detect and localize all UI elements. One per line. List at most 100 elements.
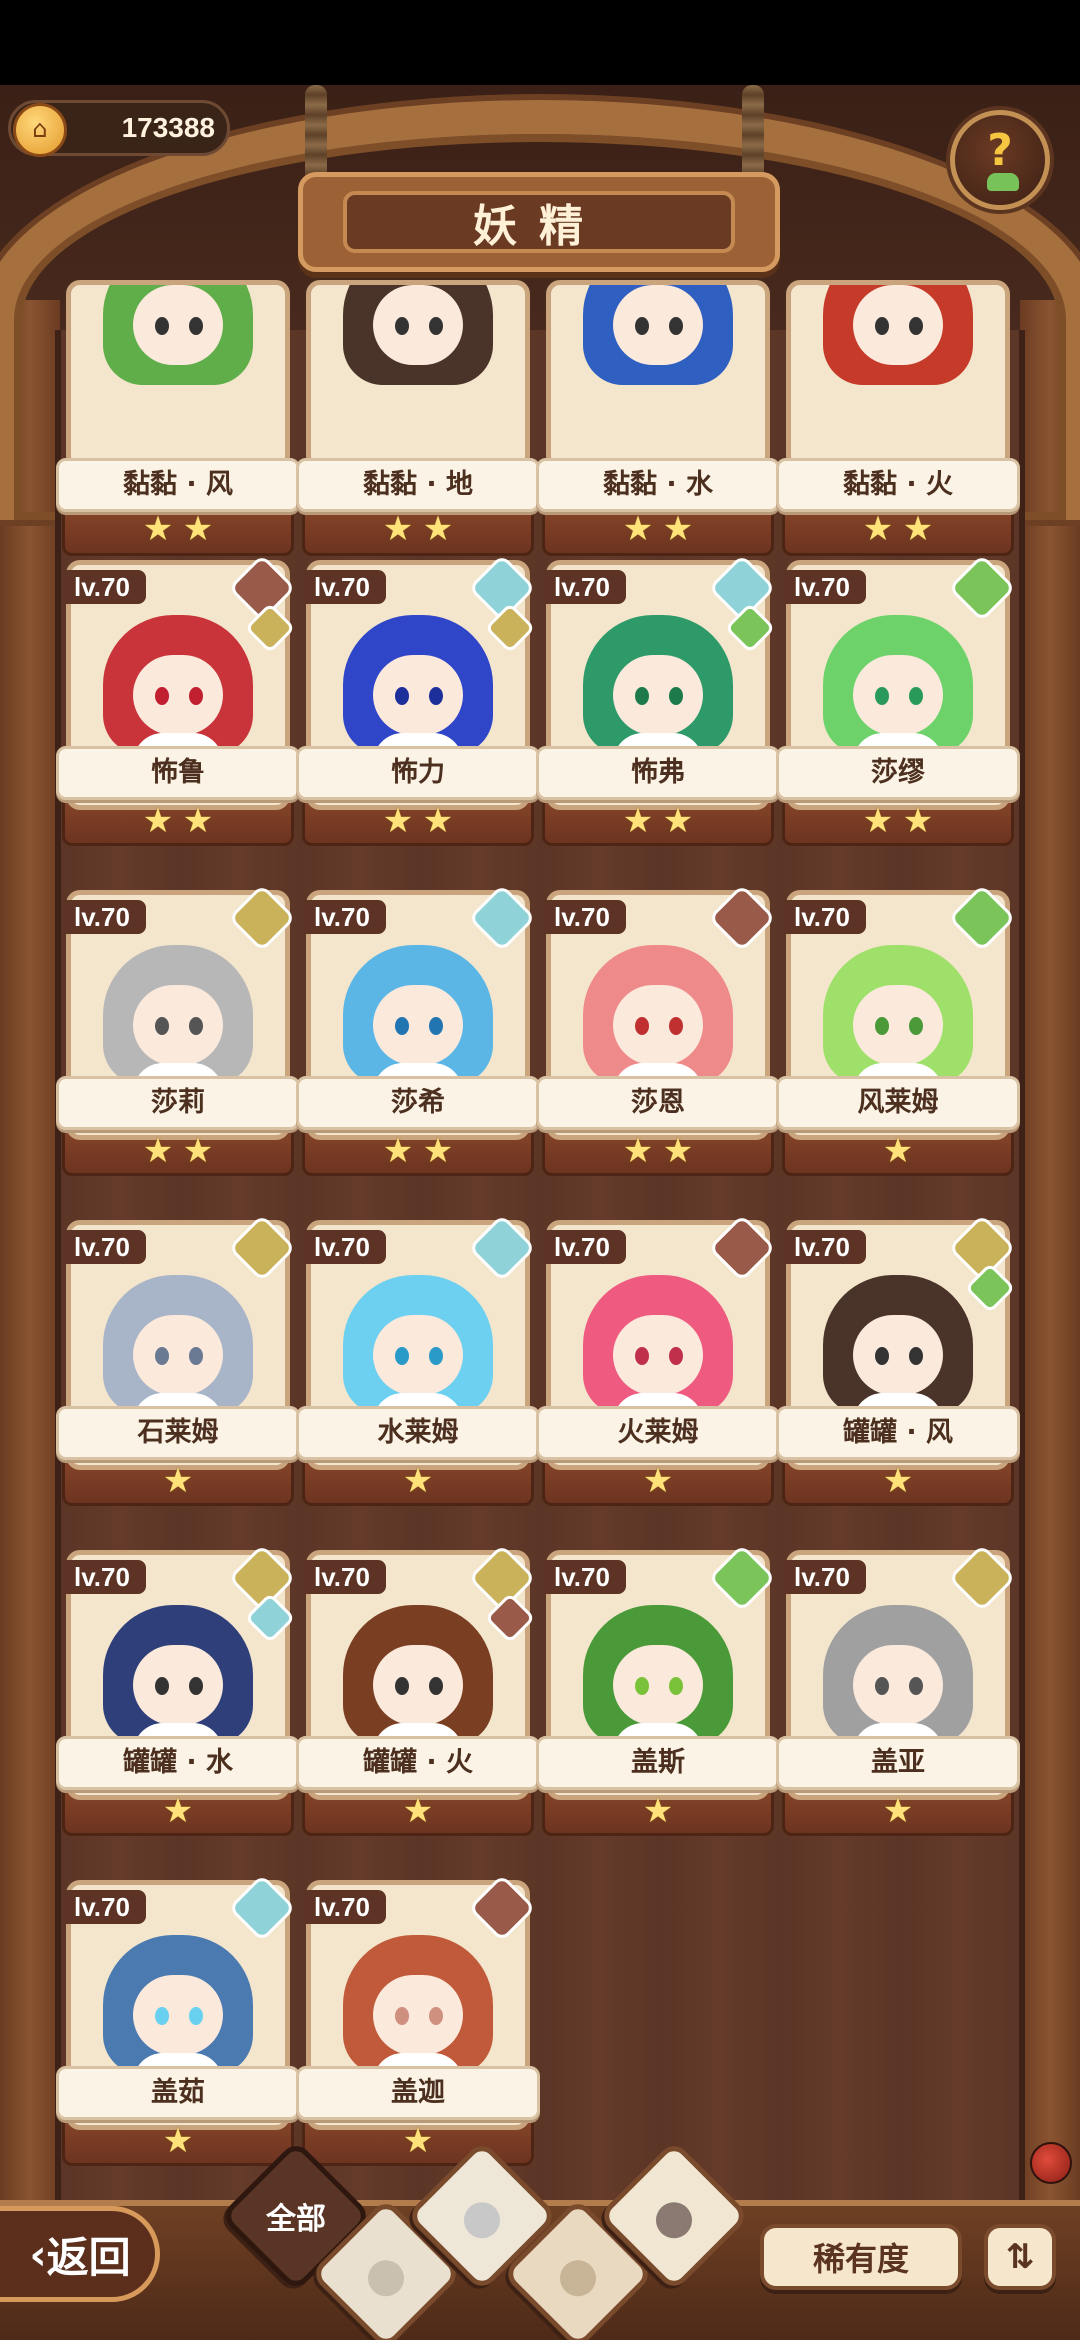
star-icon: ★ (422, 801, 454, 841)
star-rating: ★ (782, 1460, 1014, 1504)
star-icon: ★ (882, 1461, 914, 1501)
fairy-card[interactable]: lv.70 盖亚 ★ (776, 1544, 1020, 1840)
fairy-name: 黏黏 · 火 (842, 469, 954, 500)
star-icon: ★ (422, 509, 454, 549)
page-title: 妖精 (473, 201, 605, 252)
level-badge: lv.70 (304, 570, 386, 604)
star-icon: ★ (382, 801, 414, 841)
star-rating: ★ ★ (302, 1130, 534, 1174)
fairy-name: 罐罐 · 水 (122, 1747, 234, 1778)
fairy-card[interactable]: lv.70 罐罐 · 水 ★ (56, 1544, 300, 1840)
fairy-portrait (333, 285, 503, 405)
star-icon: ★ (182, 801, 214, 841)
star-icon: ★ (662, 509, 694, 549)
fairy-name: 石莱姆 (137, 1417, 219, 1448)
fairy-name: 怖弗 (631, 757, 685, 788)
fairy-card[interactable]: lv.70 罐罐 · 火 ★ (296, 1544, 540, 1840)
fairy-card[interactable]: lv.70 莎缪 ★ ★ (776, 554, 1020, 850)
fairy-card[interactable]: lv.70 石莱姆 ★ (56, 1214, 300, 1510)
star-icon: ★ (162, 1461, 194, 1501)
sort-order-button[interactable]: ⇅ (984, 2224, 1056, 2290)
fairy-card[interactable]: lv.70 盖斯 ★ (536, 1544, 780, 1840)
fairy-card[interactable]: lv.70 盖茹 ★ (56, 1874, 300, 2170)
star-rating: ★ (62, 1460, 294, 1504)
star-icon: ★ (622, 801, 654, 841)
back-arrow-icon: ‹ (29, 2229, 47, 2279)
level-badge: lv.70 (304, 1560, 386, 1594)
fairy-card[interactable]: lv.70 怖鲁 ★ ★ (56, 554, 300, 850)
star-icon: ★ (382, 509, 414, 549)
star-icon: ★ (162, 1791, 194, 1831)
star-rating: ★ (542, 1460, 774, 1504)
fairy-name: 莎莉 (151, 1087, 205, 1118)
fairy-name: 盖茹 (151, 2077, 205, 2108)
fairy-name: 风莱姆 (857, 1087, 939, 1118)
star-icon: ★ (882, 1791, 914, 1831)
title-sign: 妖精 (298, 172, 780, 272)
help-button[interactable]: ? (950, 110, 1050, 210)
fairy-card[interactable]: lv.70 怖力 ★ ★ (296, 554, 540, 850)
fairy-name: 黏黏 · 风 (122, 469, 234, 500)
back-button[interactable]: ‹ 返回 (0, 2206, 160, 2302)
fairy-card[interactable]: lv.70 火莱姆 ★ (536, 1214, 780, 1510)
level-badge: lv.70 (544, 570, 626, 604)
star-icon: ★ (862, 509, 894, 549)
level-badge: lv.70 (64, 1890, 146, 1924)
star-rating: ★ ★ (62, 1130, 294, 1174)
fairy-card[interactable]: lv.70 怖弗 ★ ★ (536, 554, 780, 850)
fairy-name: 黏黏 · 水 (602, 469, 714, 500)
star-rating: ★ ★ (782, 800, 1014, 844)
fairy-name: 盖斯 (631, 1747, 685, 1778)
fairy-name: 莎恩 (631, 1087, 685, 1118)
star-icon: ★ (882, 1131, 914, 1171)
level-badge: lv.70 (64, 1560, 146, 1594)
mountain-icon (560, 2260, 596, 2297)
fairy-card[interactable]: lv.70 莎希 ★ ★ (296, 884, 540, 1180)
fairy-name: 盖迦 (391, 2077, 445, 2108)
star-icon: ★ (182, 509, 214, 549)
fairy-card[interactable]: lv.70 风莱姆 ★ (776, 884, 1020, 1180)
level-badge: lv.70 (544, 1560, 626, 1594)
star-rating: ★ (542, 1790, 774, 1834)
sort-rarity-button[interactable]: 稀有度 (760, 2224, 962, 2290)
fairy-card[interactable]: lv.70 莎恩 ★ ★ (536, 884, 780, 1180)
star-icon: ★ (902, 801, 934, 841)
star-rating: ★ ★ (782, 508, 1014, 552)
fairy-card[interactable]: lv.70 莎莉 ★ ★ (56, 884, 300, 1180)
star-rating: ★ ★ (62, 800, 294, 844)
filter-all-label: 全部 (266, 2202, 326, 2237)
fairy-name: 罐罐 · 风 (842, 1417, 954, 1448)
fairy-name: 水莱姆 (377, 1417, 459, 1448)
fairy-name: 怖力 (391, 757, 445, 788)
currency-display: ⌂ 173388 (8, 100, 230, 157)
star-icon: ★ (402, 2121, 434, 2161)
fairy-card[interactable]: lv.70 罐罐 · 风 ★ (776, 1214, 1020, 1510)
star-icon: ★ (142, 1131, 174, 1171)
fairy-portrait (93, 285, 263, 405)
level-badge: lv.70 (784, 1560, 866, 1594)
ladybug-icon[interactable] (1030, 2142, 1072, 2184)
fairy-portrait (573, 285, 743, 405)
star-icon: ★ (862, 801, 894, 841)
star-icon: ★ (902, 509, 934, 549)
star-rating: ★ (782, 1130, 1014, 1174)
fairy-card[interactable]: lv.70 盖迦 ★ (296, 1874, 540, 2170)
level-badge: lv.70 (64, 570, 146, 604)
star-rating: ★ ★ (542, 1130, 774, 1174)
fairy-name: 罐罐 · 火 (362, 1747, 474, 1778)
star-rating: ★ ★ (302, 800, 534, 844)
star-icon: ★ (622, 509, 654, 549)
star-icon: ★ (622, 1131, 654, 1171)
star-icon: ★ (642, 1461, 674, 1501)
back-label: 返回 (46, 2232, 131, 2282)
fairy-card[interactable]: lv.70 水莱姆 ★ (296, 1214, 540, 1510)
star-icon: ★ (402, 1791, 434, 1831)
coin-icon: ⌂ (13, 103, 67, 157)
fairy-name: 莎希 (391, 1087, 445, 1118)
star-icon: ★ (662, 1131, 694, 1171)
status-bar (0, 0, 1080, 85)
level-badge: lv.70 (784, 570, 866, 604)
star-rating: ★ (62, 1790, 294, 1834)
star-rating: ★ (62, 2120, 294, 2164)
question-icon: ? (987, 125, 1013, 176)
